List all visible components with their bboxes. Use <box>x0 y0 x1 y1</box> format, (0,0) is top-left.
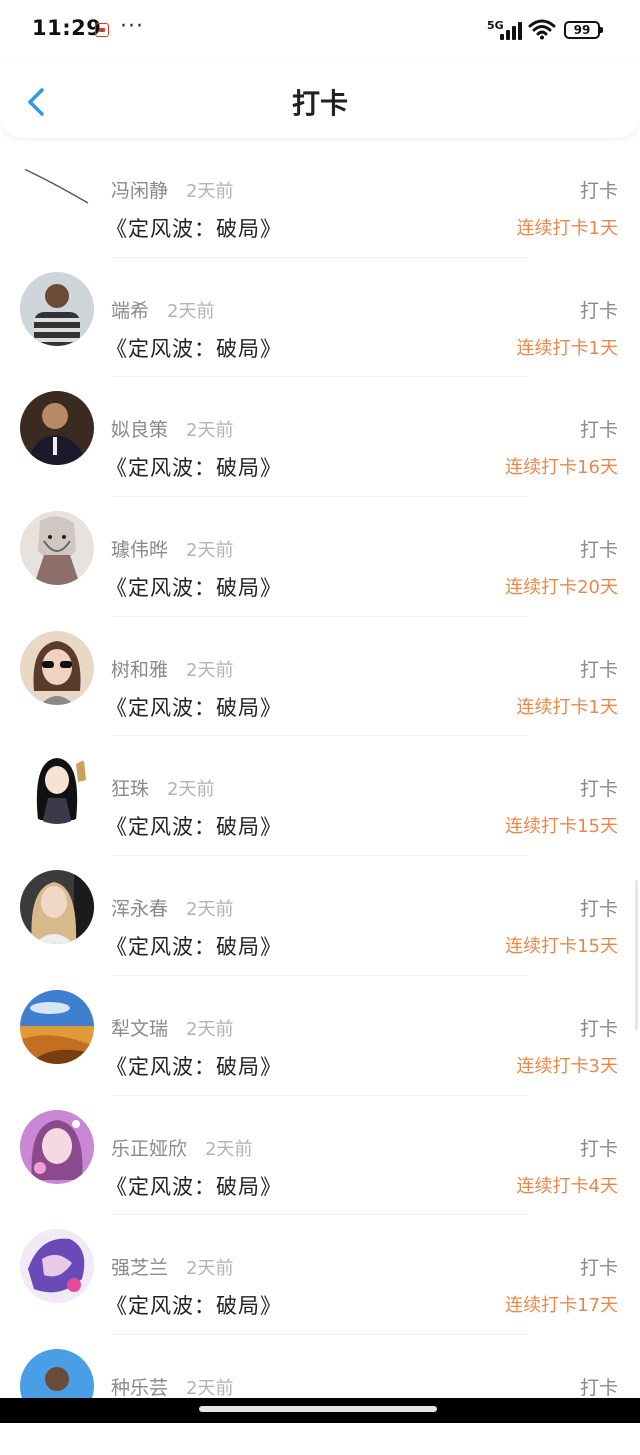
checkin-label: 打卡 <box>579 419 618 442</box>
username[interactable]: 端希 2天前 <box>111 296 214 323</box>
avatar[interactable] <box>20 750 94 825</box>
username[interactable]: 树和雅 2天前 <box>111 655 233 682</box>
checkin-label: 打卡 <box>579 1137 618 1160</box>
streak-label: 连续打卡4天 <box>516 1175 618 1197</box>
streak-label: 连续打卡1天 <box>516 337 618 359</box>
streak-label: 连续打卡1天 <box>516 696 618 718</box>
book-title: 《定风波：破局》 <box>106 217 282 241</box>
streak-label: 连续打卡15天 <box>505 936 618 958</box>
book-title: 《定风波：破局》 <box>106 1174 282 1199</box>
checkin-label: 打卡 <box>579 1376 618 1399</box>
checkin-label: 打卡 <box>579 658 618 681</box>
time-ago: 2天前 <box>186 420 234 442</box>
avatar[interactable] <box>20 1229 94 1304</box>
list-item[interactable]: 树和雅 2天前 《定风波：破局》 打卡 连续打卡1天 <box>0 617 640 737</box>
username[interactable]: 犁文瑞 2天前 <box>111 1014 233 1041</box>
username[interactable]: 强芝兰 2天前 <box>111 1253 233 1280</box>
time-ago: 2天前 <box>186 1018 234 1040</box>
status-bar: 11:29 ··· 5G 99 <box>0 0 640 62</box>
book-title: 《定风波：破局》 <box>106 1294 282 1319</box>
checkin-label: 打卡 <box>579 898 618 921</box>
avatar[interactable] <box>20 630 94 705</box>
avatar[interactable] <box>20 870 94 945</box>
list-item[interactable]: 姒良策 2天前 《定风波：破局》 打卡 连续打卡16天 <box>0 377 640 498</box>
book-title: 《定风波：破局》 <box>106 815 282 840</box>
signal-icon <box>500 22 524 40</box>
book-title: 《定风波：破局》 <box>106 576 282 601</box>
avatar[interactable] <box>20 271 94 346</box>
time-ago: 2天前 <box>186 540 234 562</box>
avatar[interactable] <box>20 391 94 466</box>
home-indicator-bar[interactable] <box>199 1406 437 1412</box>
streak-label: 连续打卡16天 <box>505 457 618 479</box>
app-notification-icon <box>95 23 109 37</box>
username[interactable]: 浑永春 2天前 <box>111 894 233 921</box>
list-item[interactable]: 端希 2天前 《定风波：破局》 打卡 连续打卡1天 <box>0 258 640 378</box>
avatar[interactable] <box>20 151 94 225</box>
avatar[interactable] <box>20 989 94 1064</box>
page-title: 打卡 <box>291 87 348 120</box>
book-title: 《定风波：破局》 <box>106 695 282 720</box>
time-ago: 2天前 <box>186 1377 234 1399</box>
wifi-icon <box>528 19 556 40</box>
checkin-label: 打卡 <box>579 1017 618 1040</box>
home-indicator-area <box>0 1398 640 1423</box>
list-item[interactable]: 浑永春 2天前 《定风波：破局》 打卡 连续打卡15天 <box>0 856 640 976</box>
status-time: 11:29 <box>32 16 102 40</box>
list-item[interactable]: 冯闲静 2天前 《定风波：破局》 打卡 连续打卡1天 <box>0 138 640 258</box>
checkin-label: 打卡 <box>579 299 618 322</box>
top-nav-bar: 打卡 <box>0 62 640 138</box>
scrollbar[interactable] <box>635 880 638 1030</box>
checkin-label: 打卡 <box>579 180 618 202</box>
time-ago: 2天前 <box>205 1138 253 1160</box>
streak-label: 连续打卡3天 <box>516 1055 618 1077</box>
username[interactable]: 冯闲静 2天前 <box>111 176 233 203</box>
book-title: 《定风波：破局》 <box>106 456 282 481</box>
time-ago: 2天前 <box>186 181 234 202</box>
book-title: 《定风波：破局》 <box>106 1054 282 1079</box>
username[interactable]: 乐正娅欣 2天前 <box>111 1134 252 1161</box>
time-ago: 2天前 <box>186 899 234 921</box>
time-ago: 2天前 <box>167 779 215 801</box>
time-ago: 2天前 <box>186 659 234 681</box>
list-item[interactable]: 璩伟晔 2天前 《定风波：破局》 打卡 连续打卡20天 <box>0 497 640 617</box>
time-ago: 2天前 <box>167 300 215 322</box>
book-title: 《定风波：破局》 <box>106 935 282 960</box>
streak-label: 连续打卡1天 <box>516 218 618 239</box>
username[interactable]: 种乐芸 2天前 <box>111 1373 233 1400</box>
checkin-list: 冯闲静 2天前 《定风波：破局》 打卡 连续打卡1天 端希 2天前 《定风波：破局》… <box>0 138 640 1455</box>
streak-label: 连续打卡20天 <box>505 577 618 599</box>
more-notifications-icon: ··· <box>120 14 144 39</box>
username[interactable]: 璩伟晔 2天前 <box>111 535 233 562</box>
avatar[interactable] <box>20 1109 94 1184</box>
battery-icon: 99 <box>564 21 603 39</box>
list-item[interactable]: 种乐芸 2天前 打卡 <box>0 1335 640 1455</box>
username[interactable]: 姒良策 2天前 <box>111 415 233 442</box>
list-item[interactable]: 强芝兰 2天前 《定风波：破局》 打卡 连续打卡17天 <box>0 1215 640 1335</box>
streak-label: 连续打卡17天 <box>505 1295 618 1317</box>
username[interactable]: 狂珠 2天前 <box>111 774 214 801</box>
checkin-label: 打卡 <box>579 1257 618 1280</box>
avatar[interactable] <box>20 511 94 586</box>
checkin-label: 打卡 <box>579 778 618 801</box>
list-item[interactable]: 犁文瑞 2天前 《定风波：破局》 打卡 连续打卡3天 <box>0 976 640 1096</box>
streak-label: 连续打卡15天 <box>505 816 618 838</box>
time-ago: 2天前 <box>186 1258 234 1280</box>
list-item[interactable]: 狂珠 2天前 《定风波：破局》 打卡 连续打卡15天 <box>0 736 640 857</box>
checkin-label: 打卡 <box>579 539 618 562</box>
list-item[interactable]: 乐正娅欣 2天前 《定风波：破局》 打卡 连续打卡4天 <box>0 1096 640 1216</box>
book-title: 《定风波：破局》 <box>106 336 282 361</box>
